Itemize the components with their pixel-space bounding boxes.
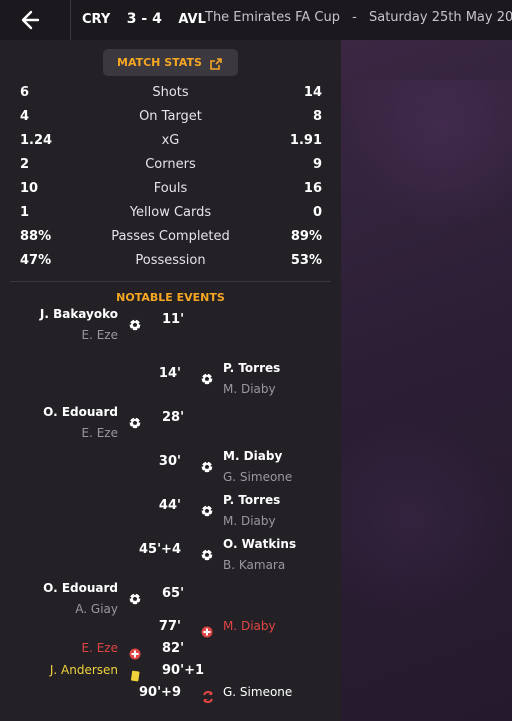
match-stats-tab[interactable]: MATCH STATS: [103, 49, 238, 76]
stat-row: 1 Yellow Cards 0: [0, 203, 341, 223]
event-player: J. Andersen: [49, 663, 118, 677]
stat-label: Fouls: [153, 181, 188, 196]
goal-icon: [201, 458, 213, 473]
event-minute: 90'+9: [138, 685, 181, 700]
event-minute: 14': [158, 366, 181, 381]
stat-label: Passes Completed: [111, 229, 230, 244]
event-minute: 45'+4: [138, 542, 181, 557]
event-assist: M. Diaby: [223, 382, 276, 396]
event-minute: 90'+1: [162, 663, 205, 678]
stat-label: On Target: [139, 109, 202, 124]
header-divider: [70, 0, 71, 40]
stat-label: Corners: [145, 157, 196, 172]
goal-icon: [201, 370, 213, 385]
section-divider: [10, 281, 331, 282]
background-panel: [341, 40, 512, 721]
match-date: Saturday 25th May 2024: [368, 10, 512, 25]
event-minute: 44': [158, 498, 181, 513]
event-minute: 77': [158, 619, 181, 634]
stat-away-value: 53%: [290, 253, 322, 268]
event-assist: A. Giay: [75, 602, 118, 616]
stat-away-value: 0: [312, 205, 322, 220]
event-minute: 28': [162, 410, 185, 425]
injury-icon: [201, 623, 213, 638]
event-player: O. Watkins: [223, 537, 297, 551]
event-minute: 65': [162, 586, 185, 601]
away-team-abbr: AVL: [178, 12, 206, 27]
event-assist: E. Eze: [81, 328, 118, 342]
stat-away-value: 1.91: [289, 133, 322, 148]
stat-row: 4 On Target 8: [0, 107, 341, 127]
stat-label: Yellow Cards: [129, 205, 212, 220]
event-assist: M. Diaby: [223, 514, 276, 528]
goal-icon: [201, 502, 213, 517]
event-player: O. Edouard: [43, 581, 118, 595]
event-minute: 30': [158, 454, 181, 469]
event-assist: E. Eze: [81, 426, 118, 440]
header-bar: CRY 3 - 4 AVL The Emirates FA Cup - Satu…: [0, 0, 512, 40]
match-info: The Emirates FA Cup - Saturday 25th May …: [205, 10, 512, 25]
match-stats-label: MATCH STATS: [117, 56, 202, 69]
event-player: P. Torres: [223, 361, 281, 375]
stat-row: 10 Fouls 16: [0, 179, 341, 199]
stat-away-value: 9: [312, 157, 322, 172]
competition-name: The Emirates FA Cup: [205, 10, 340, 25]
event-player: G. Simeone: [223, 685, 293, 699]
stat-row: 6 Shots 14: [0, 83, 341, 103]
event-player: M. Diaby: [223, 619, 276, 633]
stat-row: 2 Corners 9: [0, 155, 341, 175]
event-minute: 11': [162, 312, 185, 327]
stat-away-value: 14: [303, 85, 322, 100]
event-player: E. Eze: [81, 641, 118, 655]
yellow-card-icon: [129, 667, 141, 682]
event-player: P. Torres: [223, 493, 281, 507]
stat-away-value: 89%: [290, 229, 322, 244]
stat-row: 88% Passes Completed 89%: [0, 227, 341, 247]
stat-row: 47% Possession 53%: [0, 251, 341, 271]
event-minute: 82': [162, 641, 185, 656]
injury-icon: [129, 645, 141, 660]
stat-away-value: 8: [312, 109, 322, 124]
match-score: CRY 3 - 4 AVL: [82, 11, 206, 27]
stat-row: 1.24 xG 1.91: [0, 131, 341, 151]
home-team-abbr: CRY: [82, 12, 111, 27]
external-link-icon: [210, 55, 222, 74]
info-separator: -: [352, 10, 357, 25]
goal-icon: [129, 316, 141, 331]
score-text: 3 - 4: [126, 11, 162, 27]
goal-icon: [129, 590, 141, 605]
goal-icon: [201, 546, 213, 561]
back-button[interactable]: [18, 8, 46, 32]
event-player: O. Edouard: [43, 405, 118, 419]
substitution-icon: [201, 689, 213, 703]
stat-label: Shots: [152, 85, 189, 100]
event-assist: G. Simeone: [223, 470, 293, 484]
stat-label: Possession: [135, 253, 206, 268]
goal-icon: [129, 414, 141, 429]
stat-away-value: 16: [303, 181, 322, 196]
event-player: J. Bakayoko: [39, 307, 118, 321]
event-player: M. Diaby: [223, 449, 283, 463]
event-assist: B. Kamara: [223, 558, 286, 572]
arrow-left-icon: [21, 10, 40, 30]
notable-events-title: NOTABLE EVENTS: [116, 291, 225, 304]
